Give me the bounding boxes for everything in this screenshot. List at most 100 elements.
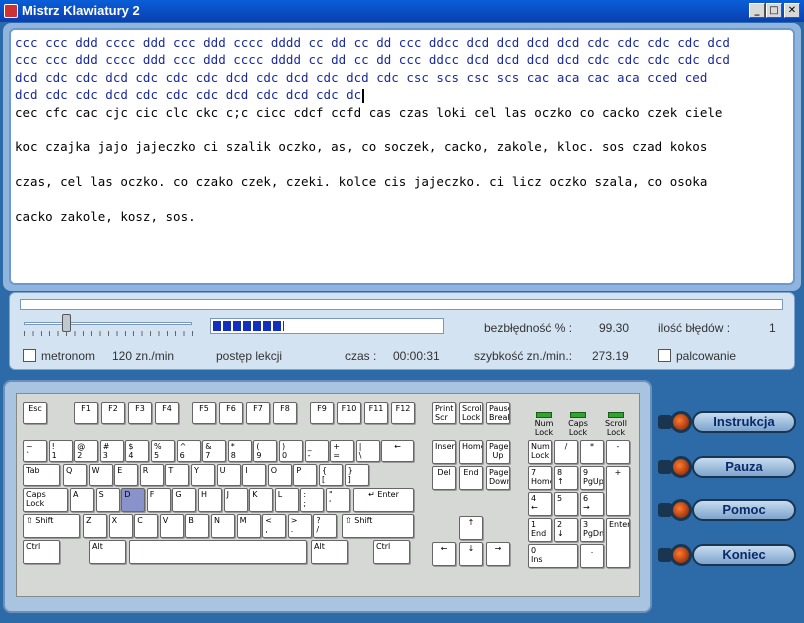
key-page-down[interactable]: Page Down	[486, 466, 510, 490]
key-page-up[interactable]: Page Up	[486, 440, 510, 464]
fingering-checkbox[interactable]	[658, 349, 671, 362]
key-insert[interactable]: Insert	[432, 440, 456, 464]
key-tab[interactable]: Tab	[23, 464, 60, 486]
key-x[interactable]: ←	[432, 542, 456, 566]
key-s[interactable]: S	[95, 488, 120, 512]
pomoc-button[interactable]: Pomoc	[658, 493, 798, 527]
koniec-label[interactable]: Koniec	[692, 544, 796, 566]
key-8-x[interactable]: 8 ↑	[554, 466, 578, 490]
metronome-slider-thumb[interactable]	[62, 314, 71, 332]
key-p[interactable]: P	[293, 464, 318, 486]
key-c[interactable]: C	[134, 514, 159, 538]
key-f[interactable]: F	[146, 488, 171, 512]
instrukcja-label[interactable]: Instrukcja	[692, 411, 796, 433]
key-f10[interactable]: F10	[337, 402, 361, 424]
metronome-checkbox[interactable]	[23, 349, 36, 362]
key-w[interactable]: W	[88, 464, 113, 486]
key-f3[interactable]: F3	[128, 402, 152, 424]
key-x-x[interactable]: | \	[355, 440, 380, 462]
key-r[interactable]: R	[139, 464, 164, 486]
key-x--[interactable]: _ -	[304, 440, 329, 462]
key--[interactable]: -	[606, 440, 630, 464]
key-l[interactable]: L	[274, 488, 299, 512]
key-e[interactable]: E	[114, 464, 139, 486]
key-x-x[interactable]: }]	[344, 464, 369, 486]
key-scroll-lock[interactable]: Scroll Lock	[459, 402, 483, 424]
key-alt[interactable]: Alt	[89, 540, 126, 564]
key-x-9[interactable]: (9	[253, 440, 278, 462]
key-end[interactable]: End	[459, 466, 483, 490]
key-x-0[interactable]: ) 0	[279, 440, 303, 462]
key-3-pgdn[interactable]: 3 PgDn	[580, 518, 604, 542]
key-f5[interactable]: F5	[192, 402, 216, 424]
key-o[interactable]: O	[267, 464, 292, 486]
key-d[interactable]: D	[121, 488, 146, 512]
minimize-button[interactable]: _	[749, 3, 765, 18]
key-q[interactable]: Q	[63, 464, 87, 486]
key-f2[interactable]: F2	[101, 402, 125, 424]
key-home[interactable]: Home	[459, 440, 483, 464]
key-x[interactable]: ↓	[459, 542, 483, 566]
metronome-slider-track[interactable]	[24, 322, 192, 325]
key-del[interactable]: Del	[432, 466, 456, 490]
key-k[interactable]: K	[249, 488, 274, 512]
key-x-x[interactable]: :;	[300, 488, 325, 512]
key-m[interactable]: M	[236, 514, 261, 538]
key-x-5[interactable]: % 5	[151, 440, 175, 462]
key-x-x[interactable]: ? /	[313, 514, 338, 538]
key-caps-lock[interactable]: Caps Lock	[23, 488, 68, 512]
key-j[interactable]: J	[223, 488, 248, 512]
key-x[interactable]: →	[486, 542, 510, 566]
key-f7[interactable]: F7	[246, 402, 270, 424]
key-b[interactable]: B	[185, 514, 210, 538]
key-f12[interactable]: F12	[391, 402, 415, 424]
key-x-x[interactable]: + =	[330, 440, 355, 462]
key-g[interactable]: G	[172, 488, 197, 512]
key-v[interactable]: V	[159, 514, 184, 538]
key-f11[interactable]: F11	[364, 402, 388, 424]
key-x[interactable]: /	[554, 440, 578, 464]
key-x-shift[interactable]: ⇧ Shift	[342, 514, 414, 538]
key-ctrl[interactable]: Ctrl	[23, 540, 60, 564]
key-esc[interactable]: Esc	[23, 402, 47, 424]
key-a[interactable]: A	[70, 488, 94, 512]
koniec-button[interactable]: Koniec	[658, 538, 798, 572]
key-x-4[interactable]: $4	[125, 440, 150, 462]
key-f6[interactable]: F6	[219, 402, 243, 424]
key-f1[interactable]: F1	[74, 402, 98, 424]
key-t[interactable]: T	[165, 464, 190, 486]
key-h[interactable]: H	[198, 488, 222, 512]
key-x[interactable]: *	[580, 440, 604, 464]
key-xampx-7[interactable]: & 7	[202, 440, 227, 462]
key-6-x[interactable]: 6 →	[580, 492, 604, 516]
lesson-text-area[interactable]: ccc ccc ddd cccc ddd ccc ddd cccc dddd c…	[9, 28, 795, 285]
key-i[interactable]: I	[242, 464, 267, 486]
key-x[interactable]: ←	[381, 440, 414, 462]
key-f8[interactable]: F8	[273, 402, 297, 424]
key-f4[interactable]: F4	[155, 402, 179, 424]
key-4-x[interactable]: 4 ←	[528, 492, 552, 516]
key-num-lock[interactable]: Num Lock	[528, 440, 552, 464]
key-x-x[interactable]: " '	[326, 488, 350, 512]
key-x-enter[interactable]: ↵ Enter	[353, 488, 414, 512]
key-x-shift[interactable]: ⇧ Shift	[23, 514, 80, 538]
pauza-button[interactable]: Pauza	[658, 450, 798, 484]
close-button[interactable]: ✕	[784, 3, 800, 18]
key-pause-break[interactable]: PauseBreak	[486, 402, 510, 424]
key-9-pgup[interactable]: 9 PgUp	[580, 466, 604, 490]
pauza-label[interactable]: Pauza	[692, 456, 796, 478]
key-f9[interactable]: F9	[310, 402, 334, 424]
pomoc-label[interactable]: Pomoc	[692, 499, 796, 521]
key-7-home[interactable]: 7Home	[528, 466, 552, 490]
key-print-scr[interactable]: Print Scr	[432, 402, 456, 424]
key-n[interactable]: N	[211, 514, 235, 538]
key-5[interactable]: 5	[554, 492, 578, 516]
key-2-x[interactable]: 2 ↓	[554, 518, 578, 542]
key-x[interactable]: ↑	[459, 516, 483, 540]
key-x[interactable]: X	[108, 514, 133, 538]
key-x-x[interactable]: ~ `	[23, 440, 47, 462]
key-x-1[interactable]: ! 1	[48, 440, 73, 462]
key-ctrl[interactable]: Ctrl	[373, 540, 410, 564]
key-x[interactable]: .	[580, 544, 604, 568]
key-x-3[interactable]: #3	[99, 440, 124, 462]
